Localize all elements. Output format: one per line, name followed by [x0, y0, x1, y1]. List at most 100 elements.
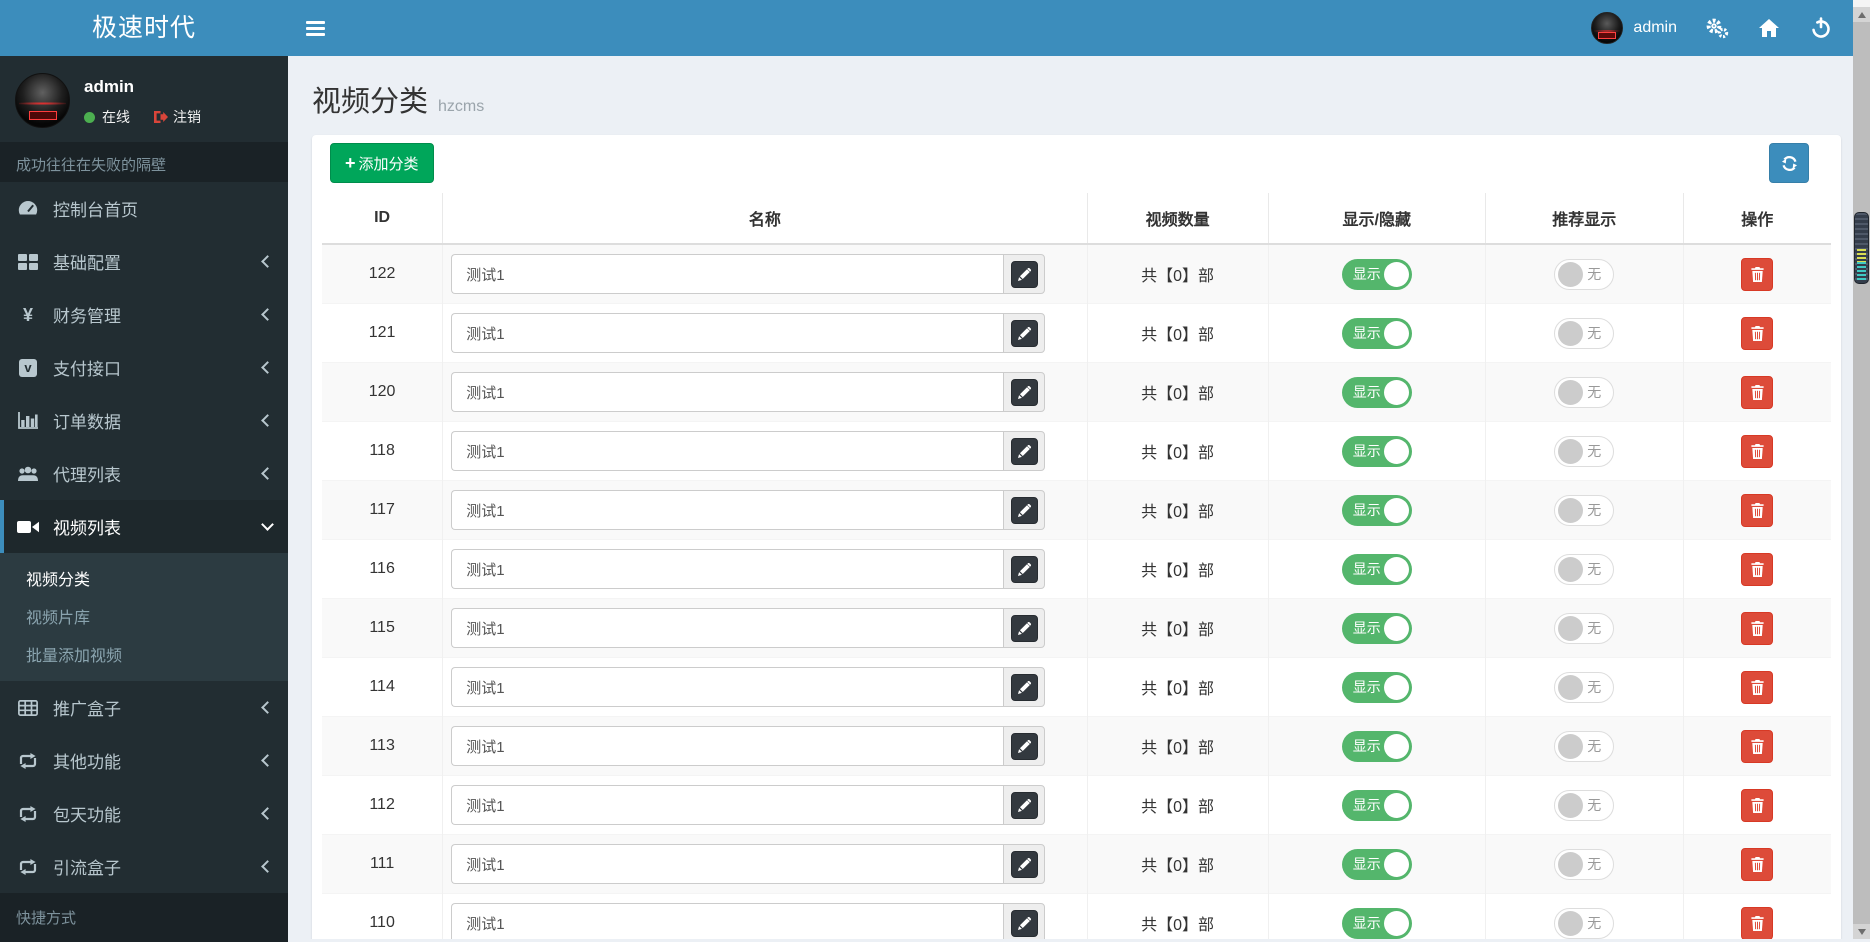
logout-link[interactable]: 注销 — [153, 107, 201, 127]
category-name-input[interactable] — [451, 667, 1003, 707]
recommend-toggle[interactable]: 无 — [1554, 318, 1614, 349]
category-name-input[interactable] — [451, 785, 1003, 825]
delete-icon — [1751, 621, 1764, 636]
category-name-input[interactable] — [451, 903, 1003, 939]
video-count: 共【0】部 — [1087, 776, 1268, 835]
sidebar-item-other-functions[interactable]: 其他功能 — [0, 734, 288, 787]
recommend-toggle[interactable]: 无 — [1554, 790, 1614, 821]
delete-button[interactable] — [1741, 258, 1773, 291]
sidebar-item-agents[interactable]: 代理列表 — [0, 447, 288, 500]
category-name-input[interactable] — [451, 608, 1003, 648]
recommend-toggle[interactable]: 无 — [1554, 259, 1614, 290]
sidebar-item-traffic-box[interactable]: 引流盒子 — [0, 840, 288, 893]
show-hide-toggle[interactable]: 显示 — [1342, 613, 1412, 644]
edit-button[interactable] — [1011, 733, 1038, 760]
show-hide-toggle[interactable]: 显示 — [1342, 259, 1412, 290]
edit-button[interactable] — [1011, 320, 1038, 347]
delete-button[interactable] — [1741, 730, 1773, 763]
category-name-input[interactable] — [451, 254, 1003, 294]
show-hide-toggle[interactable]: 显示 — [1342, 790, 1412, 821]
category-name-input[interactable] — [451, 549, 1003, 589]
column-header-actions: 操作 — [1683, 193, 1831, 244]
sidebar-item-dashboard[interactable]: 控制台首页 — [0, 182, 288, 235]
delete-button[interactable] — [1741, 789, 1773, 822]
edit-button[interactable] — [1011, 792, 1038, 819]
sidebar-item-promo-box[interactable]: 推广盒子 — [0, 681, 288, 734]
show-hide-toggle[interactable]: 显示 — [1342, 377, 1412, 408]
logout-button[interactable] — [1795, 0, 1847, 56]
recommend-toggle[interactable]: 无 — [1554, 672, 1614, 703]
delete-button[interactable] — [1741, 317, 1773, 350]
column-header-id: ID — [322, 193, 443, 244]
online-status-label: 在线 — [102, 107, 130, 127]
edit-button[interactable] — [1011, 438, 1038, 465]
sidebar-item-base-config[interactable]: 基础配置 — [0, 235, 288, 288]
recommend-toggle[interactable]: 无 — [1554, 436, 1614, 467]
delete-button[interactable] — [1741, 376, 1773, 409]
show-hide-toggle[interactable]: 显示 — [1342, 554, 1412, 585]
user-menu[interactable]: admin — [1577, 0, 1691, 56]
delete-button[interactable] — [1741, 671, 1773, 704]
sidebar-item-finance[interactable]: ¥ 财务管理 — [0, 288, 288, 341]
settings-button[interactable] — [1691, 0, 1743, 56]
edit-button[interactable] — [1011, 851, 1038, 878]
recommend-toggle[interactable]: 无 — [1554, 613, 1614, 644]
show-hide-toggle[interactable]: 显示 — [1342, 318, 1412, 349]
home-button[interactable] — [1743, 0, 1795, 56]
show-hide-toggle[interactable]: 显示 — [1342, 908, 1412, 939]
toggle-on-label: 显示 — [1353, 913, 1381, 933]
category-name-input[interactable] — [451, 372, 1003, 412]
refresh-button[interactable] — [1769, 143, 1809, 183]
category-name-input[interactable] — [451, 844, 1003, 884]
brand-logo[interactable]: 极速时代 — [0, 0, 288, 56]
sidebar-item-daypass-functions[interactable]: 包天功能 — [0, 787, 288, 840]
edit-button[interactable] — [1011, 615, 1038, 642]
scrollbar-up-button[interactable] — [1853, 7, 1870, 22]
sidebar-item-video-list[interactable]: 视频列表 — [0, 500, 288, 553]
sidebar-item-label: 代理列表 — [53, 461, 121, 486]
recommend-toggle[interactable]: 无 — [1554, 731, 1614, 762]
delete-button[interactable] — [1741, 848, 1773, 881]
scrollbar-thumb[interactable] — [1854, 212, 1869, 284]
delete-button[interactable] — [1741, 612, 1773, 645]
edit-button[interactable] — [1011, 497, 1038, 524]
recommend-toggle[interactable]: 无 — [1554, 554, 1614, 585]
category-name-input[interactable] — [451, 313, 1003, 353]
recommend-toggle[interactable]: 无 — [1554, 377, 1614, 408]
sidebar-item-video-categories[interactable]: 视频分类 — [0, 559, 288, 597]
delete-button[interactable] — [1741, 435, 1773, 468]
recommend-toggle[interactable]: 无 — [1554, 495, 1614, 526]
add-category-button[interactable]: + 添加分类 — [330, 143, 434, 183]
edit-button[interactable] — [1011, 674, 1038, 701]
scrollbar-down-button[interactable] — [1853, 924, 1870, 939]
sidebar-item-payment[interactable]: v 支付接口 — [0, 341, 288, 394]
show-hide-toggle[interactable]: 显示 — [1342, 436, 1412, 467]
edit-button[interactable] — [1011, 261, 1038, 288]
table-row: 110 共【0】部 显示 — [322, 894, 1831, 940]
category-name-input[interactable] — [451, 490, 1003, 530]
delete-button[interactable] — [1741, 494, 1773, 527]
delete-button[interactable] — [1741, 907, 1773, 939]
category-name-input[interactable] — [451, 431, 1003, 471]
show-hide-toggle[interactable]: 显示 — [1342, 495, 1412, 526]
show-hide-toggle[interactable]: 显示 — [1342, 672, 1412, 703]
sidebar-item-video-library[interactable]: 视频片库 — [0, 597, 288, 635]
delete-icon — [1751, 680, 1764, 695]
sidebar-item-orders[interactable]: 订单数据 — [0, 394, 288, 447]
sidebar-item-batch-add-video[interactable]: 批量添加视频 — [0, 635, 288, 673]
edit-button[interactable] — [1011, 910, 1038, 937]
recommend-toggle[interactable]: 无 — [1554, 849, 1614, 880]
delete-button[interactable] — [1741, 553, 1773, 586]
edit-button[interactable] — [1011, 379, 1038, 406]
show-hide-toggle[interactable]: 显示 — [1342, 731, 1412, 762]
page-scrollbar[interactable] — [1853, 0, 1870, 939]
sidebar-toggle-button[interactable] — [306, 0, 350, 56]
toggle-on-label: 显示 — [1353, 854, 1381, 874]
table-row: 116 共【0】部 显示 — [322, 540, 1831, 599]
recommend-toggle[interactable]: 无 — [1554, 908, 1614, 939]
category-name-input[interactable] — [451, 726, 1003, 766]
show-hide-toggle[interactable]: 显示 — [1342, 849, 1412, 880]
edit-button[interactable] — [1011, 556, 1038, 583]
sidebar-footer-header: 快捷方式 — [0, 893, 288, 942]
power-icon — [1810, 17, 1832, 39]
